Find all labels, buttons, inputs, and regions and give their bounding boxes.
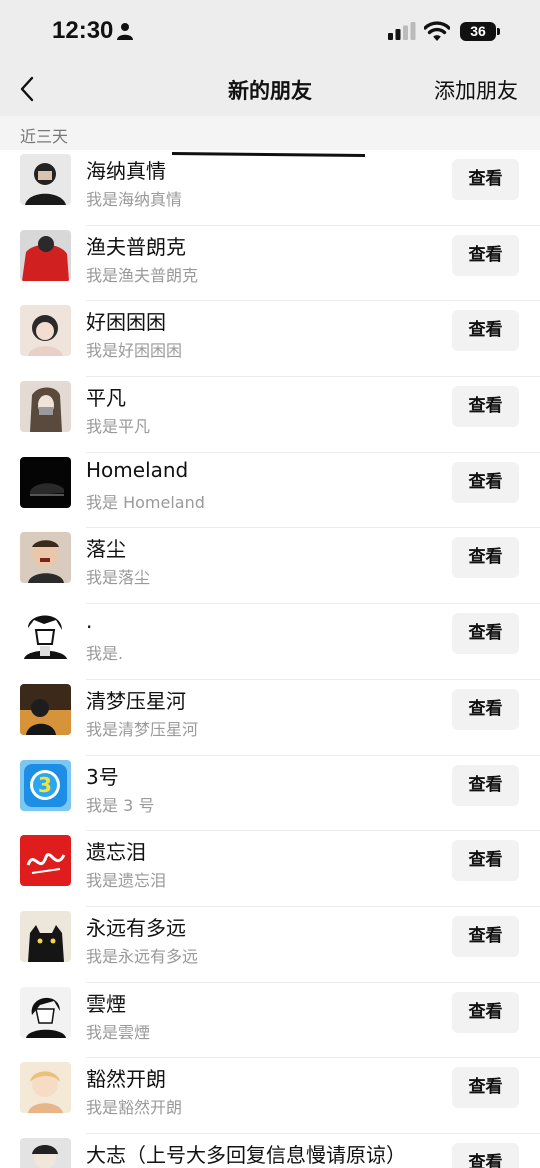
status-time: 12:30: [52, 17, 114, 44]
friend-request-message: 我是 3 号: [86, 795, 155, 815]
avatar[interactable]: [20, 1062, 71, 1114]
list-item[interactable]: 遗忘泪我是遗忘泪 查看: [0, 831, 540, 907]
friend-request-message: 我是雲煙: [86, 1022, 151, 1042]
avatar[interactable]: [20, 381, 71, 433]
status-bar: 12:30 36: [0, 0, 540, 62]
view-button[interactable]: 查看: [452, 915, 519, 957]
wifi-icon: [424, 21, 450, 41]
friend-name: 3号: [86, 764, 119, 789]
friend-request-message: 我是渔夫普朗克: [86, 265, 199, 285]
friend-name: Homeland: [86, 457, 189, 482]
view-button[interactable]: 查看: [452, 991, 519, 1033]
view-button[interactable]: 查看: [452, 840, 519, 882]
friend-request-message: 我是好困困困: [86, 341, 183, 361]
friend-request-message: 我是遗忘泪: [86, 871, 167, 891]
friend-request-message: 我是.: [86, 644, 124, 664]
friend-request-message: 我是海纳真情: [86, 190, 183, 209]
avatar[interactable]: [20, 910, 71, 962]
battery-icon: 36: [460, 22, 496, 41]
avatar[interactable]: 3: [20, 759, 71, 811]
friend-name: 雲煙: [86, 991, 126, 1016]
friend-name: 渔夫普朗克: [86, 234, 186, 259]
list-item[interactable]: 落尘我是落尘 查看: [0, 528, 540, 605]
list-item[interactable]: . 我是. 查看: [0, 604, 540, 680]
view-button[interactable]: 查看: [452, 1142, 519, 1168]
friend-request-message: 我是落尘: [86, 568, 151, 588]
view-button[interactable]: 查看: [452, 386, 519, 428]
friend-request-message: 我是豁然开朗: [86, 1098, 183, 1118]
friend-name: 平凡: [86, 386, 126, 411]
friend-request-message: 我是永远有多远: [86, 946, 199, 966]
list-item[interactable]: 大志（上号大多回复信息慢请原谅） 查看: [0, 1133, 540, 1168]
avatar[interactable]: [20, 1137, 71, 1168]
friend-name: 遗忘泪: [86, 840, 146, 865]
section-header: 近三天: [0, 116, 540, 150]
list-item[interactable]: 平凡我是平凡 查看: [0, 377, 540, 453]
friend-name: 豁然开朗: [86, 1067, 166, 1092]
view-button[interactable]: 查看: [452, 764, 519, 806]
friend-request-message: 我是 Homeland: [86, 492, 205, 512]
new-friends-screen: 12:30 36 新的朋友 添加朋友 近三天 海纳真情 我是海纳真情 查看 渔夫普朗克…: [0, 0, 540, 1168]
list-item[interactable]: Homeland 我是 Homeland 查看: [0, 452, 540, 529]
view-button[interactable]: 查看: [452, 234, 519, 276]
avatar[interactable]: [20, 986, 71, 1038]
avatar[interactable]: [20, 154, 71, 205]
view-button[interactable]: 查看: [452, 159, 519, 200]
avatar[interactable]: [20, 305, 71, 357]
friend-name: 落尘: [86, 537, 126, 562]
list-item[interactable]: 渔夫普朗克我是渔夫普朗克 查看: [0, 225, 540, 302]
svg-text:3: 3: [38, 773, 52, 797]
avatar[interactable]: [20, 532, 71, 584]
friend-name: 清梦压星河: [86, 688, 186, 713]
view-button[interactable]: 查看: [452, 461, 519, 503]
nav-bar: 新的朋友 添加朋友: [0, 62, 540, 116]
friend-name: 大志（上号大多回复信息慢请原谅）: [86, 1142, 406, 1167]
avatar[interactable]: [20, 229, 71, 281]
avatar[interactable]: [20, 683, 71, 735]
section-label: 近三天: [20, 127, 69, 146]
list-item[interactable]: 雲煙我是雲煙 查看: [0, 982, 540, 1059]
friend-name: 海纳真情: [86, 159, 166, 183]
list-item[interactable]: 好困困困我是好困困困 查看: [0, 301, 540, 378]
friend-request-message: 我是清梦压星河: [86, 719, 199, 739]
add-friend-button[interactable]: 添加朋友: [434, 75, 518, 105]
list-item[interactable]: 海纳真情我是海纳真情 查看: [0, 150, 540, 226]
view-button[interactable]: 查看: [452, 537, 519, 579]
avatar[interactable]: [20, 456, 71, 508]
friend-name: 好困困困: [86, 310, 166, 335]
view-button[interactable]: 查看: [452, 613, 519, 655]
view-button[interactable]: 查看: [452, 1067, 519, 1109]
signal-icon: [388, 22, 416, 40]
view-button[interactable]: 查看: [452, 310, 519, 352]
battery-tip: [497, 28, 500, 35]
friend-request-message: 我是平凡: [86, 417, 151, 437]
list-item[interactable]: 豁然开朗我是豁然开朗 查看: [0, 1058, 540, 1134]
list-item[interactable]: 永远有多远我是永远有多远 查看: [0, 906, 540, 983]
friend-list: 海纳真情 我是海纳真情 查看 渔夫普朗克 我是渔夫普朗克 查看 好困困困 我是好困困困 查看 平凡…: [0, 150, 540, 1168]
friend-name: .: [86, 609, 93, 634]
view-button[interactable]: 查看: [452, 688, 519, 730]
avatar[interactable]: [20, 608, 71, 660]
friend-name: 永远有多远: [86, 915, 186, 940]
person-icon: [117, 23, 133, 40]
list-item[interactable]: 3 3号我是 3 号 查看: [0, 755, 540, 832]
avatar[interactable]: [20, 835, 71, 887]
list-item[interactable]: 清梦压星河我是清梦压星河 查看: [0, 679, 540, 756]
